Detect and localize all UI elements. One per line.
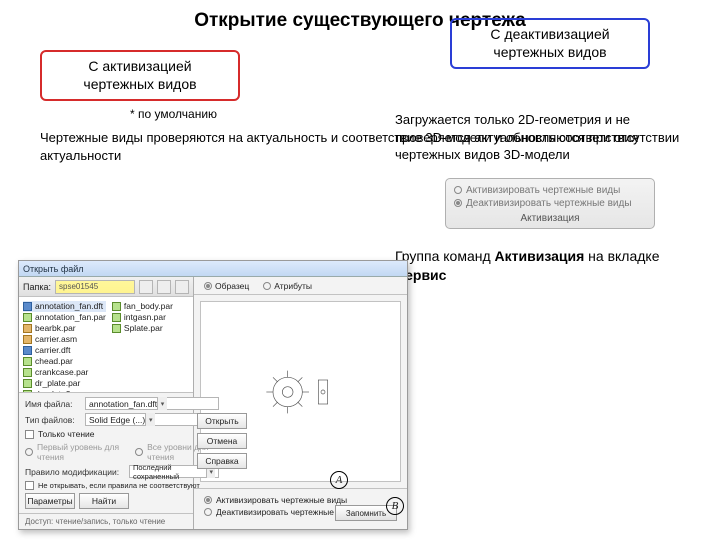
radio-icon (25, 448, 33, 456)
marker-b: B (386, 497, 404, 515)
right-desc: Загружается только 2D-геометрия и не про… (395, 111, 705, 164)
file-icon (23, 368, 32, 377)
tab-attributes[interactable]: Атрибуты (263, 281, 312, 291)
list-item[interactable]: chead.par (23, 356, 106, 367)
open-file-dialog: Открыть файл Папка: spse01545 annotation… (18, 260, 408, 530)
list-item[interactable]: carrier.dft (23, 345, 106, 356)
list-item[interactable]: intgasn.par (112, 312, 189, 323)
radio-icon (204, 508, 212, 516)
ribbon-opt-label: Активизировать чертежные виды (466, 185, 620, 196)
tab-label: Атрибуты (274, 281, 312, 291)
cancel-button[interactable]: Отмена (197, 433, 247, 449)
filetype-value: Solid Edge (...) (89, 415, 145, 425)
folder-toolbar: Папка: spse01545 (19, 277, 193, 297)
radio-icon (204, 496, 212, 504)
main-action-buttons: Открыть Отмена Справка (197, 413, 247, 469)
list-item[interactable]: fan_body.par (112, 301, 189, 312)
folder-label: Папка: (23, 282, 51, 292)
folder-value: spse01545 (59, 282, 98, 291)
filename-value: annotation_fan.dft (89, 399, 157, 409)
list-item[interactable]: crankcase.par (23, 367, 106, 378)
radio-icon (454, 199, 462, 207)
ribbon-opt-activate: Активизировать чертежные виды (454, 185, 646, 196)
group-caption: Группа команд Активизация на вкладке Сер… (395, 247, 705, 286)
dialog-footer: Доступ: чтение/запись, только чтение (19, 513, 193, 529)
list-item[interactable]: dr_plate.par (23, 378, 106, 389)
tab-label: Образец (215, 281, 249, 291)
file-icon (23, 335, 32, 344)
toolbar-button[interactable] (175, 280, 189, 294)
radio-icon (135, 448, 143, 456)
toolbar-button[interactable] (139, 280, 153, 294)
radio-icon (454, 186, 462, 194)
open-button[interactable]: Открыть (197, 413, 247, 429)
tab-sample[interactable]: Образец (204, 281, 249, 291)
preview-drawing-icon (261, 357, 341, 427)
activation-block: Активизировать чертежные виды Деактивизи… (194, 488, 407, 529)
level-first-label: Первый уровень для чтения (37, 442, 125, 462)
default-note: * по умолчанию (130, 107, 250, 121)
file-icon (23, 302, 32, 311)
dialog-title: Открыть файл (23, 264, 84, 274)
filename-field[interactable]: annotation_fan.dft▾ (85, 397, 219, 410)
preview-tabs: Образец Атрибуты (194, 277, 407, 295)
marker-a: A (330, 471, 348, 489)
noopen-checkbox[interactable] (25, 481, 34, 490)
caption-bold-activation: Активизация (495, 248, 585, 264)
ribbon-opt-deactivate: Деактивизировать чертежные виды (454, 198, 646, 209)
radio-icon (204, 282, 212, 290)
file-icon (112, 313, 121, 322)
chip-with-deactivation: С деактивизацией чертежных видов (450, 18, 650, 69)
filename-label: Имя файла: (25, 399, 81, 409)
ribbon-panel-header: Активизация (454, 213, 646, 224)
opt-activate-views[interactable]: Активизировать чертежные виды (204, 495, 397, 505)
ribbon-opt-label: Деактивизировать чертежные виды (466, 198, 632, 209)
file-icon (23, 324, 32, 333)
folder-combo[interactable]: spse01545 (55, 280, 135, 294)
filetype-label: Тип файлов: (25, 415, 81, 425)
find-button[interactable]: Найти (79, 493, 129, 509)
bottom-form: Имя файла: annotation_fan.dft▾ Тип файло… (19, 392, 193, 513)
chip-with-activation: С активизацией чертежных видов (40, 50, 240, 101)
toolbar-button[interactable] (157, 280, 171, 294)
file-icon (23, 313, 32, 322)
file-list[interactable]: annotation_fan.dftannotation_fan.parbear… (19, 297, 193, 392)
file-icon (23, 346, 32, 355)
noopen-label: Не открывать, если правила не соответств… (38, 481, 200, 490)
file-icon (23, 379, 32, 388)
file-icon (112, 302, 121, 311)
params-button[interactable]: Параметры (25, 493, 75, 509)
col-right: С деактивизацией чертежных видов Загружа… (395, 0, 705, 286)
rule-value: Последний сохраненный (133, 463, 206, 481)
chevron-down-icon[interactable]: ▾ (145, 413, 155, 426)
list-item[interactable]: annotation_fan.dft (23, 301, 106, 312)
dialog-titlebar: Открыть файл (19, 261, 407, 277)
rule-label: Правило модификации: (25, 467, 125, 477)
readonly-checkbox[interactable] (25, 430, 34, 439)
help-button[interactable]: Справка (197, 453, 247, 469)
list-item[interactable]: bearbk.par (23, 323, 106, 334)
list-item[interactable]: Splate.par (112, 323, 189, 334)
readonly-label: Только чтение (38, 429, 94, 439)
list-item[interactable]: annotation_fan.par (23, 312, 106, 323)
activation-ribbon-panel: Активизировать чертежные виды Деактивизи… (445, 178, 655, 229)
opt-label: Активизировать чертежные виды (216, 495, 347, 505)
chevron-down-icon[interactable]: ▾ (157, 397, 167, 410)
file-icon (23, 357, 32, 366)
radio-icon (263, 282, 271, 290)
file-icon (112, 324, 121, 333)
list-item[interactable]: carrier.asm (23, 334, 106, 345)
